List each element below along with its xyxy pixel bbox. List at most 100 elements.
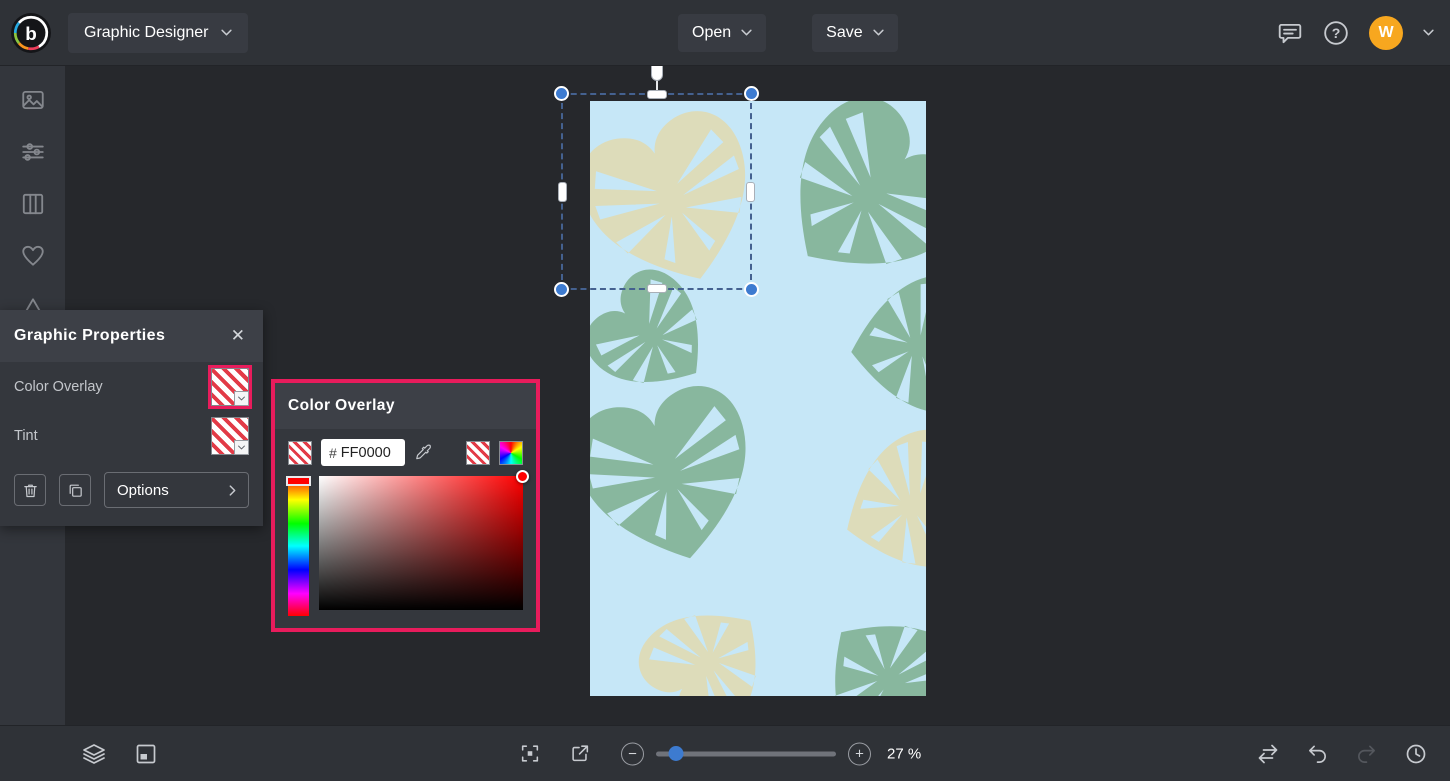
account-menu-button[interactable]	[1423, 29, 1434, 36]
svg-text:?: ?	[1332, 24, 1341, 40]
resize-template-button[interactable]	[134, 742, 158, 766]
topbar: b Graphic Designer Open Save	[0, 0, 1450, 66]
eyedropper-icon	[414, 443, 433, 462]
popup-header: Color Overlay	[275, 383, 536, 429]
fit-screen-icon	[519, 743, 541, 765]
trash-icon	[22, 482, 39, 499]
tint-label: Tint	[14, 428, 38, 444]
app-root: b Graphic Designer Open Save	[0, 0, 1450, 781]
color-overlay-popup: Color Overlay #	[271, 379, 540, 632]
zoom-slider[interactable]	[656, 751, 836, 756]
selection-handle-right[interactable]	[746, 182, 755, 202]
selection-handle-top-right[interactable]	[744, 86, 759, 101]
fit-screen-button[interactable]	[519, 743, 541, 765]
close-icon: ✕	[231, 326, 245, 345]
transparent-swatch-small[interactable]	[466, 441, 490, 465]
rainbow-swatch[interactable]	[499, 441, 523, 465]
hex-input[interactable]	[341, 445, 397, 461]
zoom-slider-thumb[interactable]	[668, 746, 683, 761]
chevron-right-icon	[229, 485, 236, 496]
image-icon	[20, 87, 46, 113]
plus-icon: +	[855, 746, 864, 761]
transparent-swatch[interactable]	[288, 441, 312, 465]
selection-handle-bottom[interactable]	[647, 284, 667, 293]
undo-button[interactable]	[1306, 742, 1329, 765]
chevron-down-icon	[238, 396, 245, 401]
duplicate-icon	[67, 482, 84, 499]
file-actions: Open Save	[678, 14, 898, 52]
options-label: Options	[117, 482, 169, 499]
zoom-percent: 27 %	[887, 745, 931, 762]
app-title: Graphic Designer	[84, 24, 209, 42]
resize-template-icon	[134, 742, 158, 766]
graphic-properties-panel: Graphic Properties ✕ Color Overlay Tint	[0, 310, 263, 526]
save-label: Save	[826, 24, 862, 42]
selection-handle-top[interactable]	[647, 90, 667, 99]
hue-slider-marker[interactable]	[286, 476, 311, 486]
account-chevron-icon	[1423, 29, 1434, 36]
layers-button[interactable]	[82, 742, 106, 766]
monstera-leaf	[590, 376, 772, 580]
popup-title: Color Overlay	[288, 397, 395, 415]
tint-row: Tint	[0, 411, 263, 460]
heart-icon	[20, 243, 46, 269]
close-button[interactable]: ✕	[227, 324, 249, 348]
color-picker	[275, 473, 536, 616]
monstera-leaf	[748, 101, 926, 316]
sidebar-item-edit[interactable]	[20, 139, 46, 165]
options-button[interactable]: Options	[104, 472, 249, 508]
hue-slider[interactable]	[288, 476, 309, 616]
color-overlay-row: Color Overlay	[0, 362, 263, 411]
panel-header: Graphic Properties ✕	[0, 310, 263, 362]
swatch-chevron[interactable]	[234, 391, 249, 406]
avatar-initial: W	[1378, 24, 1393, 42]
redo-icon	[1355, 742, 1378, 765]
zoom-controls: − + 27 %	[519, 742, 931, 765]
undo-icon	[1306, 742, 1329, 765]
help-icon: ?	[1323, 20, 1349, 46]
preview-icon	[569, 743, 591, 765]
chevron-down-icon	[741, 29, 752, 36]
panel-title: Graphic Properties	[14, 327, 165, 345]
selection-handle-bottom-left[interactable]	[554, 282, 569, 297]
monstera-leaf	[824, 419, 926, 595]
layers-icon	[82, 742, 106, 766]
sidebar-item-templates[interactable]	[20, 191, 46, 217]
help-button[interactable]: ?	[1323, 20, 1349, 46]
adjust-icon	[20, 139, 46, 165]
selection-handle-bottom-right[interactable]	[744, 282, 759, 297]
eyedropper-button[interactable]	[414, 443, 433, 462]
monstera-leaf	[792, 583, 926, 696]
chevron-down-icon	[873, 29, 884, 36]
saturation-value-area[interactable]	[319, 476, 523, 610]
comments-button[interactable]	[1277, 20, 1303, 46]
preview-button[interactable]	[569, 743, 591, 765]
columns-icon	[20, 191, 46, 217]
monstera-leaf	[845, 272, 926, 421]
comments-icon	[1277, 20, 1303, 46]
avatar[interactable]: W	[1369, 16, 1403, 50]
app-title-menu[interactable]: Graphic Designer	[68, 13, 248, 53]
duplicate-button[interactable]	[59, 474, 91, 506]
save-button[interactable]: Save	[812, 14, 897, 52]
befunky-logo-icon[interactable]: b	[10, 12, 52, 54]
zoom-in-button[interactable]: +	[848, 742, 871, 765]
history-button[interactable]	[1404, 742, 1428, 766]
swap-canvas-button[interactable]	[1256, 742, 1280, 766]
open-button[interactable]: Open	[678, 14, 766, 52]
delete-button[interactable]	[14, 474, 46, 506]
sidebar-item-favorites[interactable]	[20, 243, 46, 269]
redo-button[interactable]	[1355, 742, 1378, 765]
bottombar: − + 27 %	[0, 725, 1450, 781]
chevron-down-icon	[221, 29, 232, 36]
selection-box[interactable]	[561, 93, 752, 290]
saturation-value-cursor[interactable]	[516, 470, 529, 483]
swatch-chevron[interactable]	[234, 440, 249, 455]
color-overlay-swatch[interactable]	[211, 368, 249, 406]
tint-swatch[interactable]	[211, 417, 249, 455]
selection-handle-top-left[interactable]	[554, 86, 569, 101]
chevron-down-icon	[238, 445, 245, 450]
selection-handle-left[interactable]	[558, 182, 567, 202]
zoom-out-button[interactable]: −	[621, 742, 644, 765]
sidebar-item-images[interactable]	[20, 87, 46, 113]
